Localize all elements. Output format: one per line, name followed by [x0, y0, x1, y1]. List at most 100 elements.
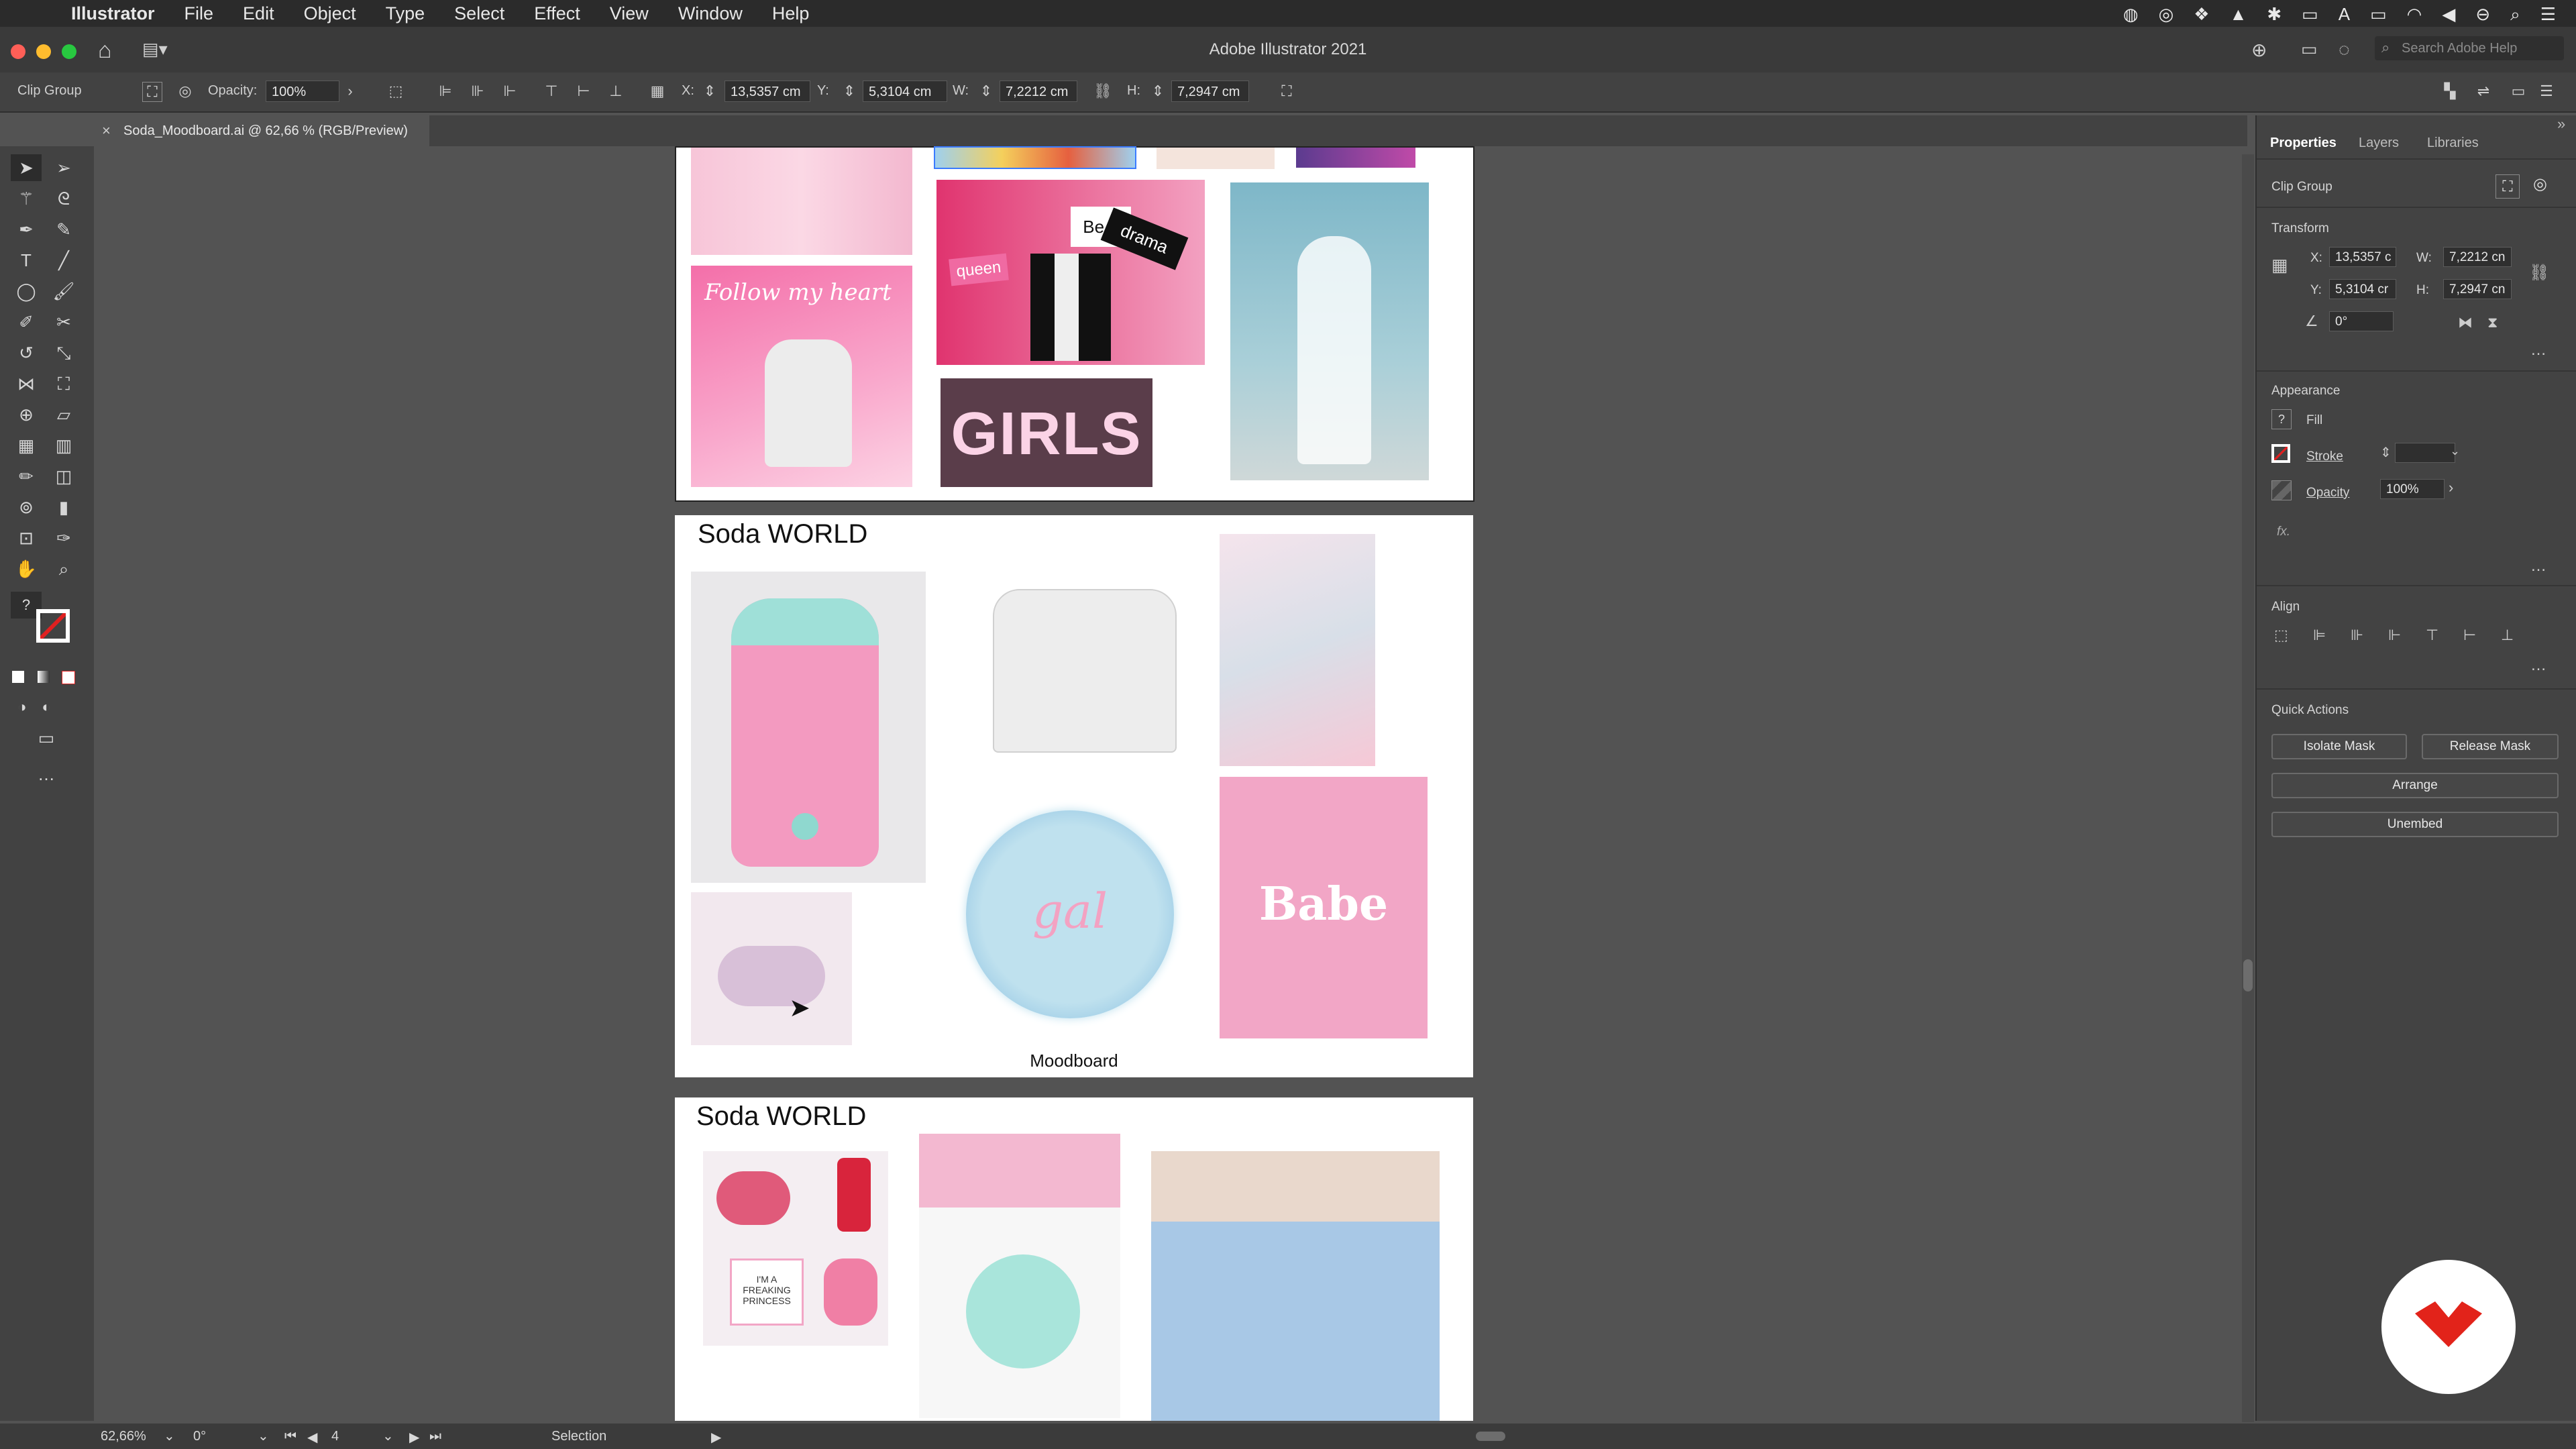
pink-jeans-image[interactable] [691, 148, 912, 255]
transform-more-icon[interactable]: … [2530, 341, 2546, 360]
bluetooth-icon[interactable]: ✱ [2267, 4, 2282, 25]
skateboard-image[interactable] [919, 1134, 1120, 1418]
isolate-mask-button[interactable]: Isolate Mask [2271, 734, 2407, 759]
x-stepper-icon[interactable]: ⇕ [700, 82, 719, 101]
edit-contents-panel-icon[interactable]: ◎ [2533, 174, 2547, 194]
eyedropper-tool-icon[interactable]: ✏ [11, 463, 42, 490]
flip-vertical-icon[interactable]: ⧗ [2487, 314, 2498, 331]
menu-help[interactable]: Help [772, 3, 810, 24]
screen-mode-icon[interactable]: ▭ [31, 724, 62, 751]
menu-app-name[interactable]: Illustrator [71, 3, 155, 24]
x-field[interactable]: 13,5357 cm [724, 80, 810, 102]
close-tab-icon[interactable]: × [102, 115, 111, 146]
free-transform-tool-icon[interactable]: ⛶ [48, 370, 79, 397]
scale-tool-icon[interactable]: ⤡ [48, 339, 79, 366]
vertical-scrollbar[interactable] [2242, 154, 2254, 1422]
draw-behind-icon[interactable]: ◐ [31, 694, 62, 720]
align-hcenter-icon[interactable]: ⊪ [468, 82, 487, 101]
gradient-tool-icon[interactable]: ▥ [48, 432, 79, 459]
w-field[interactable]: 7,2212 cm [1000, 80, 1077, 102]
align-to-icon[interactable]: ⬚ [386, 82, 405, 101]
neon-heart-photo[interactable]: Follow my heart [691, 266, 912, 487]
sync-icon[interactable]: ◎ [2159, 4, 2174, 25]
shaper-tool-icon[interactable]: ✐ [11, 309, 42, 335]
stroke-stepper-icon[interactable]: ⇕ [2380, 444, 2392, 461]
paintbrush-tool-icon[interactable]: 🖌 [48, 278, 79, 305]
y-panel-field[interactable]: 5,3104 cr [2329, 279, 2396, 299]
control-bar-menu-icon[interactable]: ☰ [2537, 82, 2556, 101]
edit-contents-icon[interactable]: ◎ [176, 82, 195, 101]
shape-builder-tool-icon[interactable]: ⊕ [11, 401, 42, 428]
ellipse-tool-icon[interactable]: ◯ [11, 278, 42, 305]
white-jacket-image[interactable] [973, 569, 1187, 770]
artboard-3[interactable]: Soda WORLD I'M A FREAKING PRINCESS [675, 1097, 1473, 1421]
type-tool-icon[interactable]: T [11, 247, 42, 274]
panel-toggle-icon[interactable]: ▚ [2440, 82, 2459, 101]
none-mode-icon[interactable] [62, 671, 75, 684]
reference-point-panel-icon[interactable]: ▦ [2271, 255, 2288, 276]
tab-layers[interactable]: Layers [2359, 136, 2399, 151]
opacity-field[interactable]: 100% [266, 80, 339, 102]
align-left-panel-icon[interactable]: ⊫ [2313, 627, 2326, 644]
constrain-proportions-icon[interactable]: ⛓ [1093, 82, 1112, 101]
graph-tool-icon[interactable]: ▮ [48, 494, 79, 521]
align-top-icon[interactable]: ⊤ [542, 82, 561, 101]
reference-point-icon[interactable]: ▦ [648, 82, 667, 101]
perspective-grid-tool-icon[interactable]: ▱ [48, 401, 79, 428]
spotlight-icon[interactable]: ⌕ [2510, 4, 2520, 25]
fx-icon[interactable]: fx. [2277, 525, 2290, 539]
tab-properties[interactable]: Properties [2270, 136, 2337, 151]
menu-object[interactable]: Object [304, 3, 356, 24]
menu-window[interactable]: Window [678, 3, 743, 24]
align-right-panel-icon[interactable]: ⊩ [2388, 627, 2401, 644]
previous-artboard-icon[interactable]: ◀ [307, 1429, 317, 1446]
align-left-icon[interactable]: ⊫ [436, 82, 455, 101]
menu-select[interactable]: Select [454, 3, 504, 24]
align-vcenter-icon[interactable]: ⊢ [574, 82, 593, 101]
keyboard-icon[interactable]: A [2339, 4, 2350, 25]
document-tab[interactable]: × Soda_Moodboard.ai @ 62,66 % (RGB/Previ… [94, 115, 429, 146]
opacity-panel-field[interactable]: 100% [2380, 479, 2445, 499]
align-top-panel-icon[interactable]: ⊤ [2426, 627, 2438, 644]
menu-type[interactable]: Type [386, 3, 425, 24]
lasso-tool-icon[interactable]: ᘓ [48, 185, 79, 212]
blend-tool-icon[interactable]: ◫ [48, 463, 79, 490]
share-icon[interactable]: ⊕ [2251, 39, 2267, 61]
image-top-4[interactable] [1296, 148, 1415, 168]
horizontal-scrollbar-thumb[interactable] [1476, 1432, 1505, 1441]
align-vcenter-panel-icon[interactable]: ⊢ [2463, 627, 2476, 644]
artboard-number[interactable]: 4 [331, 1429, 339, 1444]
more-tools-icon[interactable]: … [31, 761, 62, 788]
vertical-scrollbar-thumb[interactable] [2243, 959, 2253, 991]
panel-collapse-icon[interactable]: » [2557, 115, 2565, 133]
discover-lightbulb-icon[interactable]: ◌ [2339, 39, 2350, 60]
fanny-pack-image[interactable] [691, 892, 852, 1045]
edit-clip-group-icon[interactable]: ⛶ [142, 82, 162, 102]
menu-file[interactable]: File [184, 3, 214, 24]
y-field[interactable]: 5,3104 cm [863, 80, 947, 102]
h-stepper-icon[interactable]: ⇕ [1148, 82, 1167, 101]
zoom-tool-icon[interactable]: ⌕ [48, 555, 79, 582]
artboard-1[interactable]: Follow my heart queen Be a drama GIRLS [675, 146, 1474, 502]
arrange-button[interactable]: Arrange [2271, 773, 2559, 798]
canvas[interactable]: Follow my heart queen Be a drama GIRLS S… [94, 146, 2247, 1421]
selected-image-top[interactable] [934, 146, 1136, 169]
curvature-tool-icon[interactable]: ✎ [48, 216, 79, 243]
tab-libraries[interactable]: Libraries [2427, 136, 2479, 151]
magic-wand-tool-icon[interactable]: ⚚ [11, 185, 42, 212]
transform-icon[interactable]: ⛶ [1277, 82, 1296, 101]
stroke-weight-field[interactable] [2395, 443, 2455, 463]
battery-icon[interactable]: ▭ [2370, 4, 2387, 25]
gradient-mode-icon[interactable] [38, 671, 50, 683]
babe-poster-image[interactable]: Babe [1220, 777, 1428, 1038]
h-panel-field[interactable]: 7,2947 cn [2443, 279, 2512, 299]
mesh-tool-icon[interactable]: ▦ [11, 432, 42, 459]
gal-neon-circle[interactable]: gal [966, 810, 1174, 1018]
control-center-icon[interactable]: ☰ [2540, 4, 2556, 25]
search-help-field[interactable]: ⌕ Search Adobe Help [2375, 36, 2564, 60]
wifi-icon[interactable]: ◠ [2407, 4, 2422, 25]
volume-icon[interactable]: ◀ [2442, 4, 2455, 25]
flip-horizontal-icon[interactable]: ⧓ [2458, 314, 2473, 331]
arrange-documents-icon[interactable]: ▭ [2301, 39, 2318, 60]
line-tool-icon[interactable]: ╱ [48, 247, 79, 274]
